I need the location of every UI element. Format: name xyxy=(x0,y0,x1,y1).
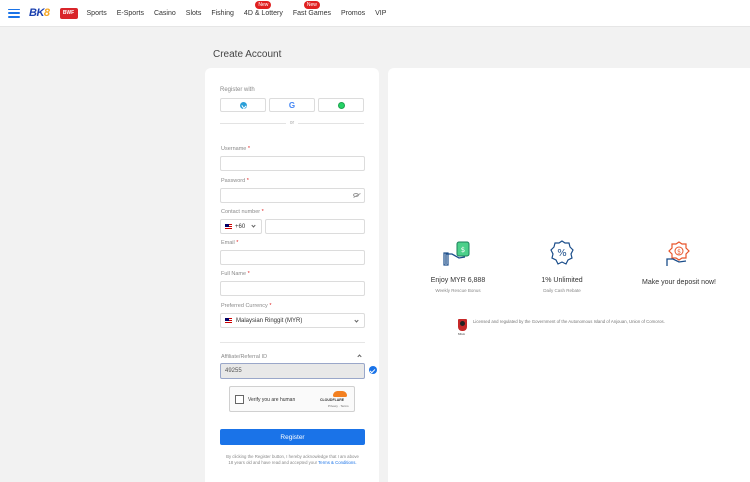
affiliate-label: Affiliate/Referral ID xyxy=(221,354,268,360)
captcha-label: Verify you are human xyxy=(248,397,296,403)
menu-icon[interactable] xyxy=(8,8,20,18)
email-label: Email * xyxy=(221,240,239,246)
feature-title: Make your deposit now! xyxy=(642,279,716,286)
feature-subtitle: Daily Cash Rebate xyxy=(543,288,581,293)
deposit-hand-icon: $ xyxy=(666,241,690,266)
whatsapp-register-button[interactable] xyxy=(318,98,364,112)
whatsapp-icon xyxy=(337,101,345,109)
feature-cash-rebate: % 1% Unlimited Daily Cash Rebate xyxy=(522,240,602,293)
feature-title: Enjoy MYR 6,888 xyxy=(430,277,486,284)
google-icon: G xyxy=(288,100,296,110)
register-with-label: Register with xyxy=(220,87,255,93)
telegram-icon xyxy=(239,101,247,109)
nav-item-4d-lottery[interactable]: New 4D & Lottery xyxy=(244,0,283,17)
registration-form: Register with G or Username * Password *… xyxy=(205,68,379,482)
svg-text:$: $ xyxy=(461,246,465,254)
fullname-label: Full Name * xyxy=(221,271,250,277)
feature-title: 1% Unlimited xyxy=(541,277,583,284)
promo-panel: $ Enjoy MYR 6,888 Weekly Rescue Bonus % … xyxy=(388,68,750,482)
nav-item-fast-games[interactable]: New Fast Games xyxy=(293,0,331,17)
chevron-down-icon xyxy=(354,318,359,323)
bwf-partner-logo: BWF xyxy=(59,7,78,19)
contact-label: Contact number * xyxy=(221,209,264,215)
google-register-button[interactable]: G xyxy=(269,98,315,112)
malaysia-flag-icon xyxy=(225,318,232,323)
register-button[interactable]: Register xyxy=(220,429,365,445)
verified-check-icon xyxy=(369,366,377,374)
username-input[interactable] xyxy=(220,156,365,171)
nav-item-casino[interactable]: Casino xyxy=(154,10,176,17)
affiliate-id-input[interactable]: 49255 xyxy=(220,363,365,379)
new-badge: New xyxy=(255,0,272,9)
nav-item-sports[interactable]: Sports xyxy=(87,10,107,17)
new-badge: New xyxy=(303,0,320,9)
main-nav: Sports E-Sports Casino Slots Fishing New… xyxy=(87,0,397,17)
money-hand-icon: $ xyxy=(443,241,470,266)
phone-number-input[interactable] xyxy=(265,219,365,234)
chevron-up-icon[interactable] xyxy=(357,354,362,359)
terms-link[interactable]: Terms & Conditions. xyxy=(318,460,356,465)
nav-item-vip[interactable]: VIP xyxy=(375,10,386,17)
captcha-checkbox[interactable] xyxy=(235,395,244,404)
terms-notice: By clicking the Register button, I hereb… xyxy=(226,454,359,465)
password-input[interactable] xyxy=(220,188,365,203)
username-label: Username * xyxy=(221,146,251,152)
percent-badge-icon: % xyxy=(550,240,574,265)
feature-deposit: $ Make your deposit now! xyxy=(629,240,729,286)
chevron-down-icon xyxy=(251,223,256,228)
fullname-input[interactable] xyxy=(220,281,365,296)
eye-off-icon[interactable] xyxy=(353,193,359,197)
or-divider: or xyxy=(220,120,365,126)
top-navbar: BK8 BWF Sports E-Sports Casino Slots Fis… xyxy=(0,0,750,27)
nav-item-promos[interactable]: Promos xyxy=(341,10,365,17)
cloudflare-logo-icon xyxy=(333,391,347,397)
telegram-register-button[interactable] xyxy=(220,98,266,112)
password-label: Password * xyxy=(221,178,249,184)
cloudflare-brand: CLOUDFLARE xyxy=(320,398,345,402)
license-info: MGA Licensed and regulated by the Govern… xyxy=(458,319,708,336)
currency-label: Preferred Currency * xyxy=(221,303,272,309)
license-seal-icon: MGA xyxy=(458,319,467,336)
nav-item-esports[interactable]: E-Sports xyxy=(117,10,144,17)
email-input[interactable] xyxy=(220,250,365,265)
country-code-select[interactable]: +60 xyxy=(220,219,262,234)
nav-item-fishing[interactable]: Fishing xyxy=(211,10,234,17)
brand-logo[interactable]: BK8 xyxy=(29,7,50,19)
nav-item-slots[interactable]: Slots xyxy=(186,10,202,17)
feature-subtitle: Weekly Rescue Bonus xyxy=(435,288,481,293)
cloudflare-captcha: Verify you are human CLOUDFLARE Privacy … xyxy=(229,386,355,412)
license-text: Licensed and regulated by the Government… xyxy=(473,319,665,324)
svg-text:%: % xyxy=(557,248,567,259)
currency-select[interactable]: Malaysian Ringgit (MYR) xyxy=(220,313,365,328)
malaysia-flag-icon xyxy=(225,224,232,229)
social-login-row: G xyxy=(220,98,364,112)
feature-rescue-bonus: $ Enjoy MYR 6,888 Weekly Rescue Bonus xyxy=(418,240,498,293)
section-divider xyxy=(220,342,365,343)
captcha-privacy-terms[interactable]: Privacy · Terms xyxy=(328,404,349,408)
page-title: Create Account xyxy=(213,49,282,60)
svg-text:$: $ xyxy=(677,249,681,256)
